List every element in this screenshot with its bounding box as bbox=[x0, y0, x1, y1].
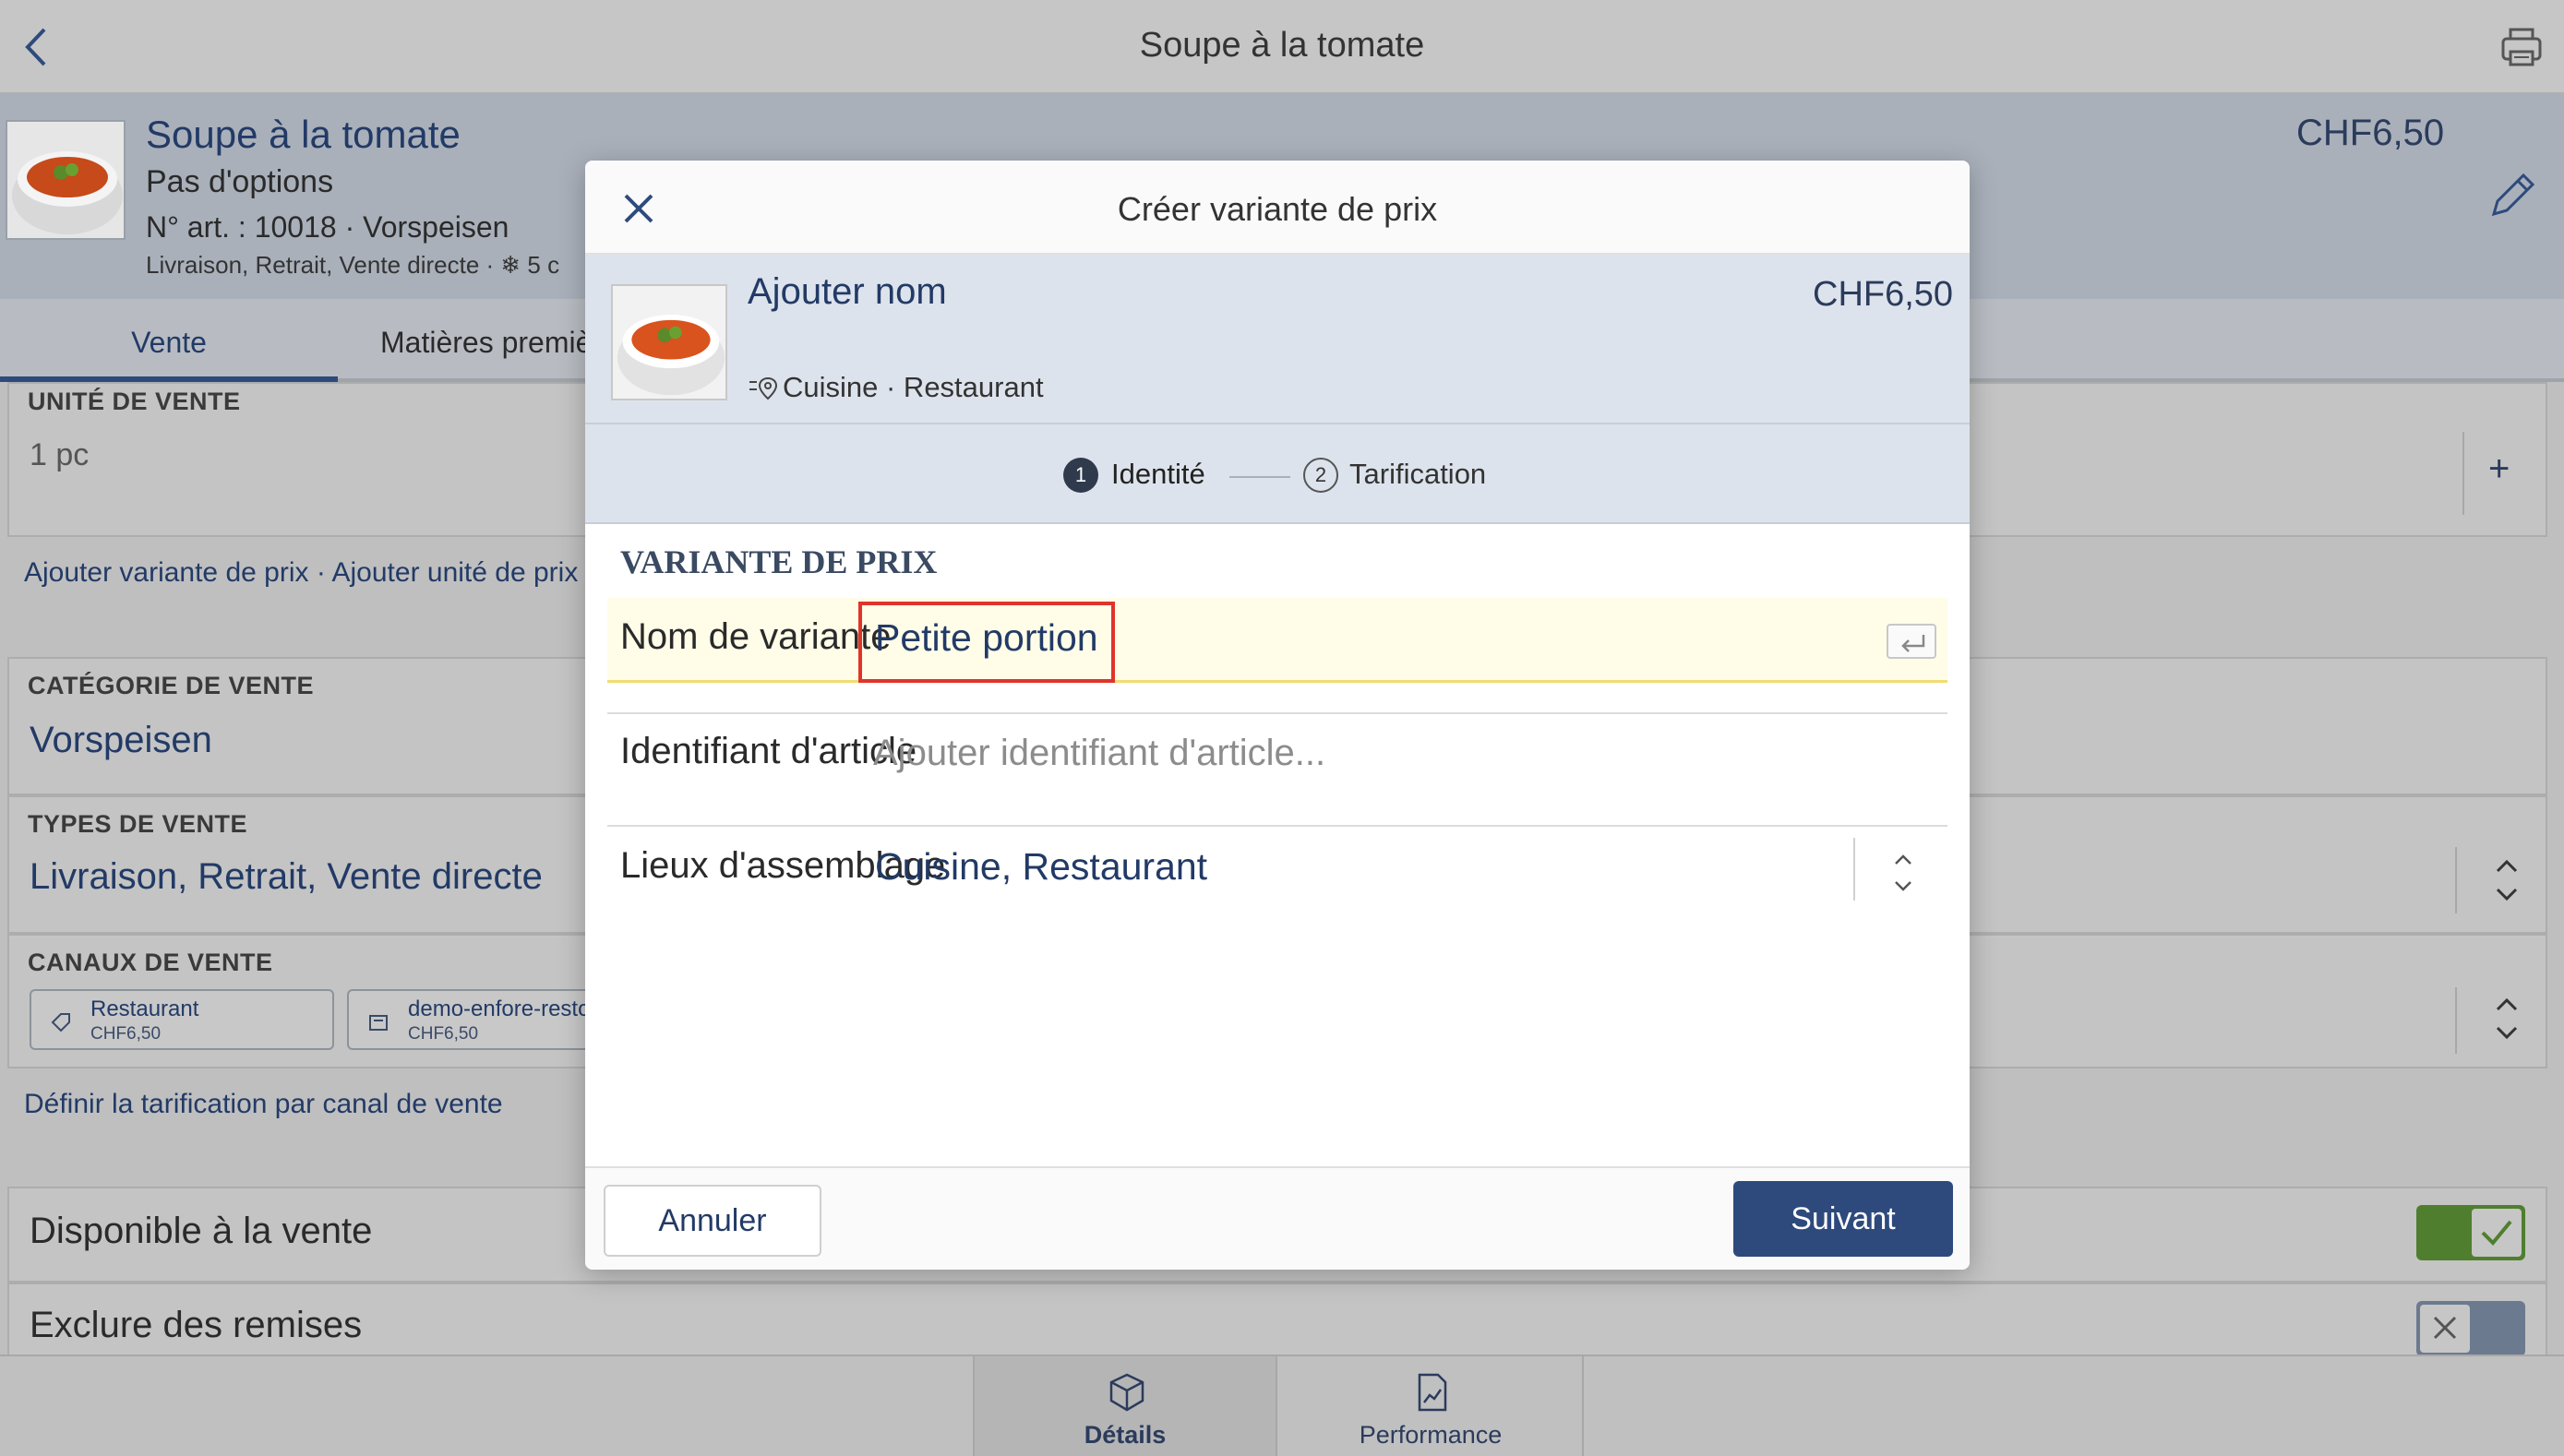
step-1-badge: 1 bbox=[1063, 458, 1098, 493]
create-variant-dialog: Créer variante de prix Ajouter nom CHF6,… bbox=[585, 161, 1970, 1270]
close-icon bbox=[2433, 1316, 2457, 1340]
variant-name-label: Nom de variante bbox=[620, 616, 892, 657]
divider bbox=[2455, 987, 2457, 1054]
chevron-up-down-icon[interactable] bbox=[2488, 854, 2525, 906]
add-unit-button[interactable]: + bbox=[2488, 448, 2510, 490]
channels-label: CANAUX DE VENTE bbox=[28, 949, 273, 976]
divider bbox=[607, 712, 1947, 714]
add-variant-link[interactable]: Ajouter variante de prix · Ajouter unité… bbox=[24, 557, 578, 589]
variant-locations: Cuisine · Restaurant bbox=[783, 371, 1044, 403]
divider bbox=[1853, 838, 1855, 901]
exclude-card bbox=[7, 1283, 2547, 1356]
check-icon bbox=[2481, 1220, 2512, 1246]
exclude-label: Exclure des remises bbox=[30, 1305, 363, 1345]
divider bbox=[2462, 432, 2464, 515]
top-bar: Soupe à la tomate bbox=[0, 0, 2564, 94]
pencil-icon[interactable] bbox=[2485, 168, 2540, 223]
assembly-value[interactable]: Cuisine, Restaurant bbox=[875, 845, 1207, 889]
product-meta: Livraison, Retrait, Vente directe · ❄ 5 … bbox=[146, 251, 560, 279]
tag-icon bbox=[51, 1013, 70, 1032]
variant-name-input[interactable]: Petite portion bbox=[875, 616, 1098, 660]
sale-types-value[interactable]: Livraison, Retrait, Vente directe bbox=[30, 856, 543, 898]
stepper bbox=[585, 424, 1970, 524]
product-image bbox=[611, 284, 727, 400]
chevron-up-down-icon[interactable] bbox=[1885, 847, 1922, 899]
step-2-badge: 2 bbox=[1303, 458, 1338, 493]
section-title: VARIANTE DE PRIX bbox=[620, 543, 938, 580]
toggle-knob bbox=[2420, 1305, 2470, 1353]
category-label: CATÉGORIE DE VENTE bbox=[28, 672, 315, 699]
product-price: CHF6,50 bbox=[2296, 113, 2445, 153]
product-image bbox=[6, 120, 126, 240]
step-1-label: Identité bbox=[1111, 458, 1205, 490]
channel-price: CHF6,50 bbox=[90, 1024, 162, 1044]
store-icon bbox=[369, 1015, 388, 1031]
return-key-icon[interactable] bbox=[1887, 624, 1936, 659]
sale-types-label: TYPES DE VENTE bbox=[28, 810, 248, 838]
box-icon bbox=[1109, 1373, 1144, 1412]
exclude-toggle[interactable] bbox=[2416, 1301, 2525, 1356]
cancel-button[interactable]: Annuler bbox=[604, 1185, 821, 1257]
available-toggle[interactable] bbox=[2416, 1205, 2525, 1260]
divider bbox=[607, 825, 1947, 827]
product-options: Pas d'options bbox=[146, 164, 334, 199]
printer-icon[interactable] bbox=[2499, 26, 2544, 68]
report-chart-icon bbox=[1418, 1373, 1447, 1412]
item-id-label: Identifiant d'article bbox=[620, 731, 917, 771]
product-article: N° art. : 10018 · Vorspeisen bbox=[146, 210, 509, 244]
toggle-knob bbox=[2472, 1209, 2522, 1257]
step-connector bbox=[1229, 476, 1290, 478]
available-label: Disponible à la vente bbox=[30, 1211, 373, 1251]
nav-details[interactable]: Détails bbox=[973, 1356, 1277, 1456]
variant-display-name: Ajouter nom bbox=[748, 271, 947, 312]
variant-price: CHF6,50 bbox=[1813, 275, 1954, 314]
page-title: Soupe à la tomate bbox=[1139, 26, 1425, 65]
tab-vente[interactable]: Vente bbox=[0, 299, 338, 382]
channel-price: CHF6,50 bbox=[408, 1024, 479, 1044]
sale-unit-value[interactable]: 1 pc bbox=[30, 437, 89, 473]
item-id-input[interactable] bbox=[873, 727, 1796, 779]
channel-name: Restaurant bbox=[90, 997, 199, 1021]
nav-performance[interactable]: Performance bbox=[1279, 1356, 1584, 1456]
channel-chip[interactable]: Restaurant CHF6,50 bbox=[30, 989, 334, 1050]
location-pin-icon bbox=[748, 375, 779, 402]
product-title: Soupe à la tomate bbox=[146, 113, 461, 156]
chevron-up-down-icon[interactable] bbox=[2488, 993, 2525, 1044]
divider bbox=[2455, 847, 2457, 913]
channel-chip[interactable]: demo-enfore-resto- CHF6,50 bbox=[347, 989, 624, 1050]
channel-name: demo-enfore-resto- bbox=[408, 997, 598, 1021]
step-2-label: Tarification bbox=[1349, 458, 1487, 490]
next-button[interactable]: Suivant bbox=[1733, 1181, 1953, 1257]
sale-unit-label: UNITÉ DE VENTE bbox=[28, 388, 241, 415]
category-value[interactable]: Vorspeisen bbox=[30, 720, 212, 761]
dialog-title: Créer variante de prix bbox=[1117, 190, 1438, 228]
back-arrow-icon[interactable] bbox=[18, 24, 55, 70]
nav-details-label: Détails bbox=[1084, 1421, 1167, 1449]
channel-pricing-link[interactable]: Définir la tarification par canal de ven… bbox=[24, 1089, 503, 1120]
nav-performance-label: Performance bbox=[1359, 1421, 1503, 1449]
